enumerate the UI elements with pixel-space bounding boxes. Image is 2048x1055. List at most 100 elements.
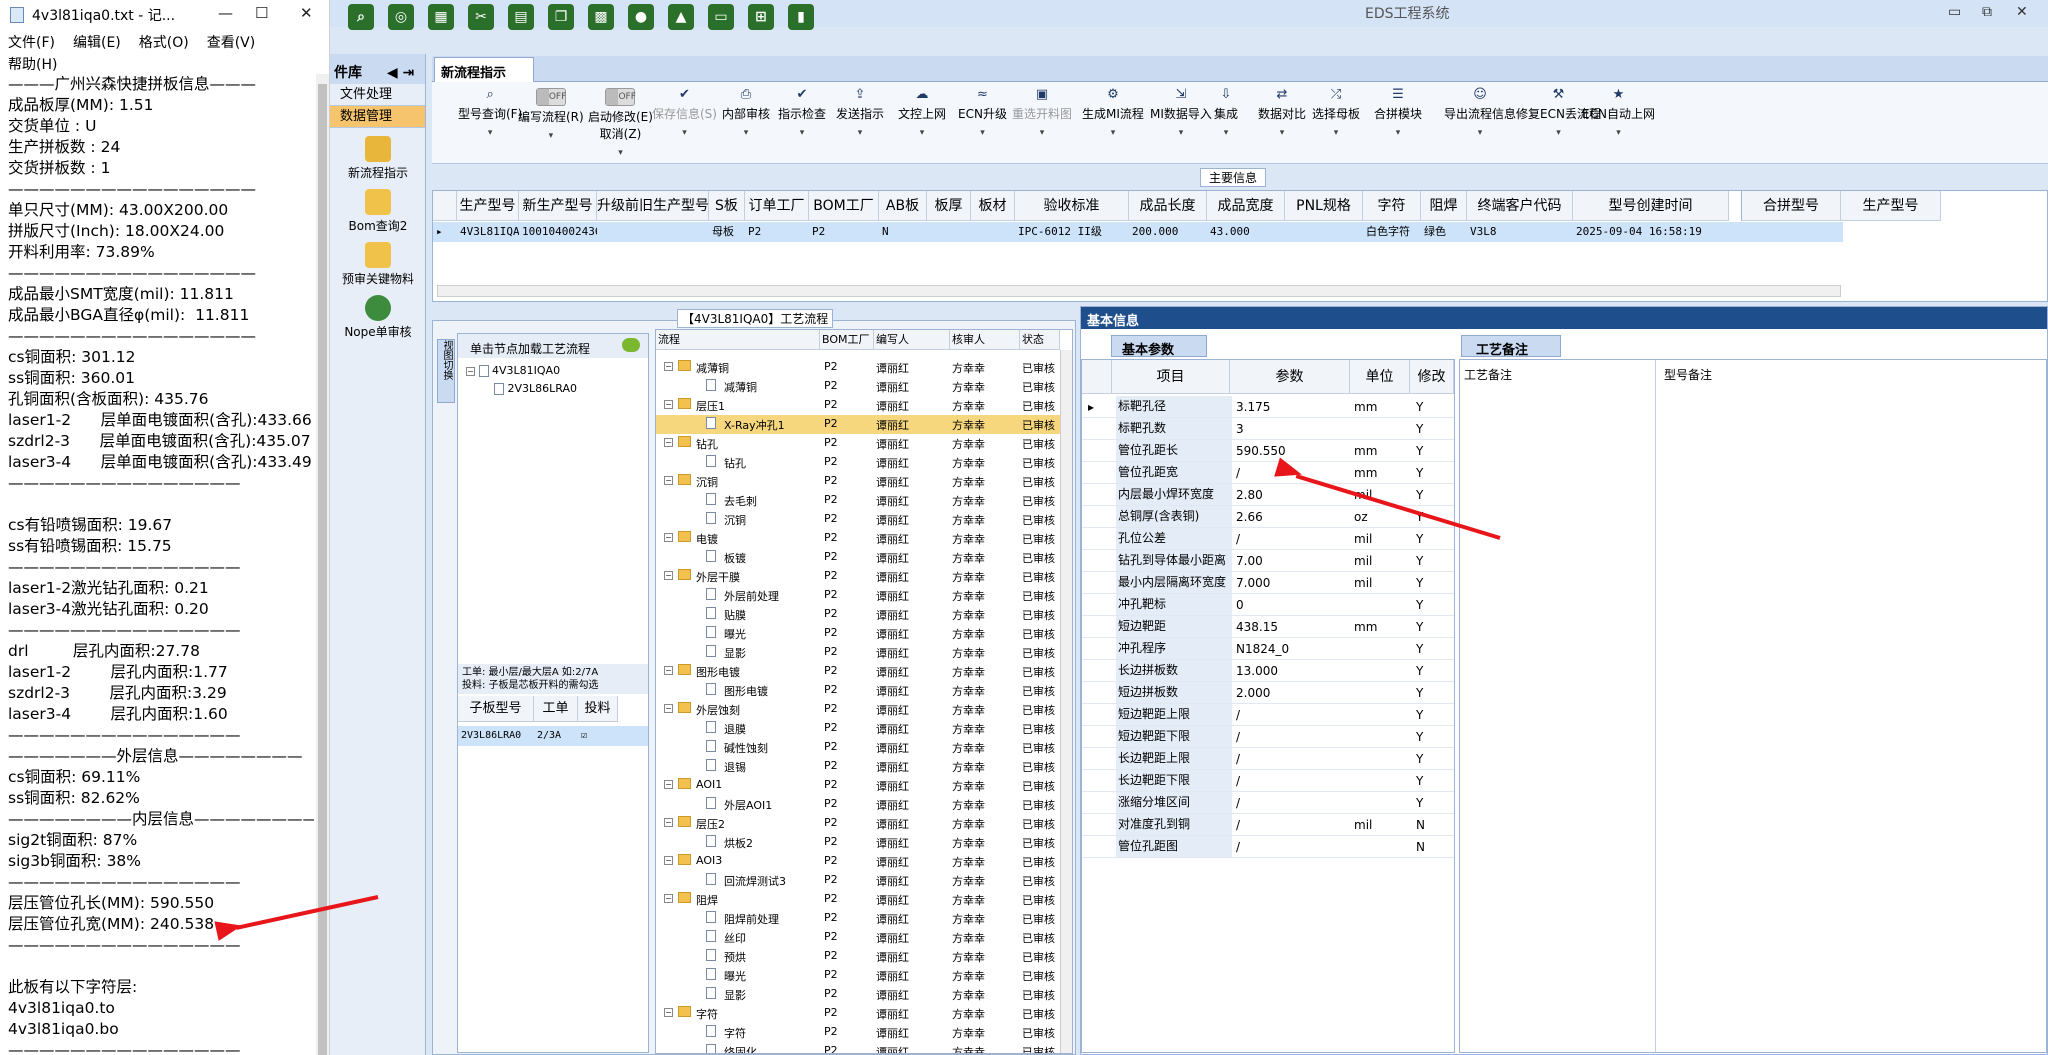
- process-row[interactable]: 沉铜 P2 谭丽红 方幸幸 已审核: [656, 510, 1060, 529]
- param-row[interactable]: 短边靶距 438.15 mm Y: [1082, 616, 1454, 638]
- ribbon-button-toggle[interactable]: OFF 编写流程(R) ▾: [518, 86, 584, 141]
- table-cell[interactable]: 4V3L81IQA0: [457, 222, 519, 242]
- param-value[interactable]: /: [1236, 466, 1240, 480]
- table-cell[interactable]: IPC-6012 II级: [1015, 222, 1129, 242]
- process-row[interactable]: − 阻焊 P2 谭丽红 方幸幸 已审核: [656, 890, 1060, 909]
- dropdown-arrow-icon[interactable]: ▾: [1444, 128, 1516, 138]
- process-row[interactable]: 碱性蚀刻 P2 谭丽红 方幸幸 已审核: [656, 738, 1060, 757]
- collapse-icon[interactable]: −: [466, 366, 475, 376]
- scissors-icon[interactable]: ✂: [468, 4, 494, 30]
- ribbon-button-check[interactable]: ✔ 保存信息(S) ▾: [652, 86, 717, 139]
- column-header[interactable]: 投料: [578, 696, 618, 722]
- dropdown-arrow-icon[interactable]: ▾: [588, 148, 653, 158]
- param-value[interactable]: /: [1236, 532, 1240, 546]
- param-row[interactable]: 短边拼板数 2.000 Y: [1082, 682, 1454, 704]
- ribbon-button-upload[interactable]: ⇪ 发送指示 ▾: [836, 86, 884, 139]
- param-value[interactable]: 2.80: [1236, 488, 1263, 502]
- ribbon-button-image[interactable]: ▣ 重选开料图 ▾: [1012, 86, 1072, 139]
- column-header[interactable]: 合拼型号: [1741, 191, 1841, 221]
- param-row[interactable]: 最小内层隔离环宽度 7.000 mil Y: [1082, 572, 1454, 594]
- close-icon[interactable]: ✕: [300, 4, 313, 22]
- collapse-icon[interactable]: −: [664, 666, 673, 675]
- process-row[interactable]: 曝光 P2 谭丽红 方幸幸 已审核: [656, 966, 1060, 985]
- param-value[interactable]: /: [1236, 840, 1240, 854]
- process-row[interactable]: 字符 P2 谭丽红 方幸幸 已审核: [656, 1023, 1060, 1042]
- horizontal-scrollbar[interactable]: [437, 285, 1841, 297]
- table-cell[interactable]: [927, 222, 971, 242]
- dropdown-arrow-icon[interactable]: ▾: [836, 128, 884, 138]
- param-row[interactable]: 长边靶距上限 / Y: [1082, 748, 1454, 770]
- dropdown-arrow-icon[interactable]: ▾: [1258, 128, 1306, 138]
- column-header[interactable]: 成品长度: [1129, 191, 1207, 221]
- column-header[interactable]: 子板型号: [458, 696, 534, 722]
- column-header[interactable]: BOM工厂: [809, 191, 879, 221]
- process-row[interactable]: 显影 P2 谭丽红 方幸幸 已审核: [656, 985, 1060, 1004]
- table-cell[interactable]: P2: [809, 222, 879, 242]
- table-cell[interactable]: [597, 222, 709, 242]
- table-cell[interactable]: V3L8: [1467, 222, 1573, 242]
- copy-icon[interactable]: ❐: [548, 4, 574, 30]
- tree-node-root[interactable]: − 4V3L81IQA0: [466, 364, 560, 377]
- table-cell[interactable]: 2025-09-04 16:58:19: [1573, 222, 1729, 242]
- column-header[interactable]: 编写人: [874, 330, 950, 350]
- tab-new-process[interactable]: 新流程指示 ×: [434, 57, 534, 96]
- collapse-icon[interactable]: −: [664, 704, 673, 713]
- dropdown-arrow-icon[interactable]: ▾: [458, 128, 522, 138]
- dropdown-arrow-icon[interactable]: ▾: [518, 131, 584, 141]
- table-cell[interactable]: P2: [745, 222, 809, 242]
- table-cell[interactable]: [1285, 222, 1363, 242]
- process-row[interactable]: − 图形电镀 P2 谭丽红 方幸幸 已审核: [656, 662, 1060, 681]
- ribbon-button-gear[interactable]: ⚙ 生成MI流程 ▾: [1082, 86, 1144, 139]
- ribbon-button-download[interactable]: ⇩ 集成 ▾: [1214, 86, 1238, 139]
- process-row[interactable]: − AOI3 P2 谭丽红 方幸幸 已审核: [656, 852, 1060, 871]
- minimize-icon[interactable]: —: [218, 4, 233, 22]
- subboard-row[interactable]: 2V3L86LRA0 2/3A ☑: [458, 726, 648, 746]
- process-row[interactable]: − 沉铜 P2 谭丽红 方幸幸 已审核: [656, 472, 1060, 491]
- param-value[interactable]: 7.000: [1236, 576, 1270, 590]
- ribbon-button-toggle[interactable]: OFF 启动修改(E) 取消(Z) ▾: [588, 86, 653, 158]
- dropdown-arrow-icon[interactable]: ▾: [722, 128, 770, 138]
- param-value[interactable]: 3.175: [1236, 400, 1270, 414]
- notepad-menu-item[interactable]: 帮助(H): [8, 54, 57, 76]
- process-row[interactable]: 烘板2 P2 谭丽红 方幸幸 已审核: [656, 833, 1060, 852]
- param-value[interactable]: /: [1236, 730, 1240, 744]
- process-row[interactable]: − 字符 P2 谭丽红 方幸幸 已审核: [656, 1004, 1060, 1023]
- tree-node-child[interactable]: 2V3L86LRA0: [494, 382, 577, 395]
- column-header[interactable]: 板材: [971, 191, 1015, 221]
- ribbon-button-printer[interactable]: ⎙ 内部审核 ▾: [722, 86, 770, 139]
- dropdown-arrow-icon[interactable]: ▾: [1150, 128, 1212, 138]
- tab-process-notes[interactable]: 工艺备注: [1461, 335, 1561, 358]
- param-row[interactable]: 短边靶距上限 / Y: [1082, 704, 1454, 726]
- table-cell[interactable]: 10010400243669: [519, 222, 597, 242]
- nav-key-material[interactable]: 预审关键物料: [330, 242, 426, 287]
- ribbon-button-search[interactable]: ⌕ 型号查询(F) ▾: [458, 86, 522, 139]
- param-value[interactable]: 3: [1236, 422, 1244, 436]
- ribbon-button-import[interactable]: ⇲ MI数据导入 ▾: [1150, 86, 1212, 139]
- table-cell[interactable]: N: [879, 222, 927, 242]
- ribbon-button-cloud[interactable]: ☁ 文控上网 ▾: [898, 86, 946, 139]
- param-row[interactable]: 涨缩分堆区间 / Y: [1082, 792, 1454, 814]
- chat-icon[interactable]: [622, 338, 640, 352]
- param-row[interactable]: 管位孔距长 590.550 mm Y: [1082, 440, 1454, 462]
- process-row[interactable]: 外层前处理 P2 谭丽红 方幸幸 已审核: [656, 586, 1060, 605]
- param-value[interactable]: /: [1236, 708, 1240, 722]
- column-header[interactable]: 字符: [1363, 191, 1421, 221]
- param-row[interactable]: 冲孔程序 N1824_0 Y: [1082, 638, 1454, 660]
- param-row[interactable]: 孔位公差 / mil Y: [1082, 528, 1454, 550]
- lifebuoy-icon[interactable]: ◎: [388, 4, 414, 30]
- vertical-scrollbar[interactable]: [1060, 350, 1072, 1053]
- param-row[interactable]: 管位孔距宽 / mm Y: [1082, 462, 1454, 484]
- param-row[interactable]: 钻孔到导体最小距离 7.00 mil Y: [1082, 550, 1454, 572]
- column-header[interactable]: 生产型号: [457, 191, 519, 221]
- dropdown-arrow-icon[interactable]: ▾: [898, 128, 946, 138]
- column-header[interactable]: 升级前旧生产型号: [597, 191, 709, 221]
- column-header[interactable]: 终端客户代码: [1467, 191, 1573, 221]
- process-row[interactable]: − 外层干膜 P2 谭丽红 方幸幸 已审核: [656, 567, 1060, 586]
- collapse-icon[interactable]: −: [664, 818, 673, 827]
- param-value[interactable]: /: [1236, 752, 1240, 766]
- process-row[interactable]: 预烘 P2 谭丽红 方幸幸 已审核: [656, 947, 1060, 966]
- ribbon-button-star[interactable]: ★ ECN自动上网 ▾: [1582, 86, 1655, 139]
- maximize-icon[interactable]: ☐: [255, 4, 268, 22]
- column-header[interactable]: 参数: [1230, 360, 1350, 394]
- process-row[interactable]: 显影 P2 谭丽红 方幸幸 已审核: [656, 643, 1060, 662]
